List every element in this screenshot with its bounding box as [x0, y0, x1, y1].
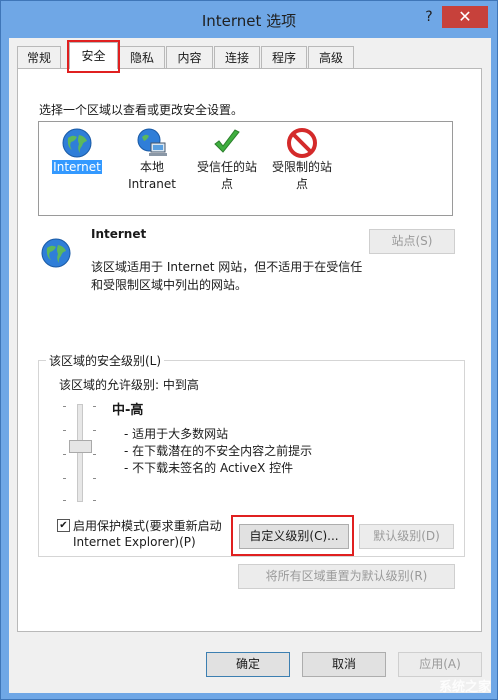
protected-mode-label-line1: 启用保护模式(要求重新启动: [73, 519, 222, 533]
zone-local-intranet[interactable]: 本地 Intranet: [117, 127, 187, 193]
security-level-name: 中-高: [112, 403, 144, 418]
slider-tick: [63, 478, 66, 479]
slider-tick: [93, 478, 96, 479]
slider-tick: [63, 406, 66, 407]
zone-label-intranet: 本地 Intranet: [128, 160, 176, 191]
check-icon: [214, 129, 240, 153]
tab-privacy[interactable]: 隐私: [119, 46, 165, 68]
tab-programs[interactable]: 程序: [261, 46, 307, 68]
security-level-title: 该区域的安全级别(L): [46, 352, 165, 369]
tab-connections[interactable]: 连接: [214, 46, 260, 68]
title-bar[interactable]: Internet 选项 ? ✕: [1, 1, 497, 38]
internet-options-window: Internet 选项 ? ✕ 常规 安全 隐私 内容 连接 程序 高级 选择一…: [0, 0, 498, 700]
sites-button[interactable]: 站点(S): [369, 229, 455, 254]
close-button[interactable]: ✕: [442, 6, 488, 28]
level-bullet-3: - 不下载未签名的 ActiveX 控件: [124, 461, 294, 475]
slider-tick: [63, 430, 66, 431]
intranet-icon: [137, 128, 167, 156]
selected-zone-globe-icon: [41, 238, 71, 268]
zone-label-internet: Internet: [52, 160, 102, 174]
protected-mode-checkbox[interactable]: ✔: [57, 519, 70, 532]
tab-content[interactable]: 内容: [166, 46, 213, 68]
allowed-levels-text: 该区域的允许级别: 中到高: [59, 378, 199, 392]
protected-mode-label-line2: Internet Explorer)(P): [73, 535, 196, 549]
slider-tick: [93, 406, 96, 407]
zone-label-restricted: 受限制的站 点: [271, 160, 332, 191]
tab-advanced[interactable]: 高级: [308, 46, 354, 68]
tab-general[interactable]: 常规: [17, 46, 61, 68]
slider-tick: [93, 430, 96, 431]
default-level-button[interactable]: 默认级别(D): [359, 524, 454, 549]
custom-level-highlight: [231, 515, 354, 556]
ok-button[interactable]: 确定: [206, 652, 290, 677]
dialog-client: 常规 安全 隐私 内容 连接 程序 高级 选择一个区域以查看或更改安全设置。 I…: [9, 38, 491, 693]
slider-tick: [63, 500, 66, 501]
slider-tick: [93, 500, 96, 501]
restricted-icon: [287, 128, 317, 158]
level-bullet-1: - 适用于大多数网站: [124, 427, 229, 441]
cancel-button[interactable]: 取消: [302, 652, 386, 677]
zone-label-trusted: 受信任的站 点: [196, 160, 257, 191]
apply-button[interactable]: 应用(A): [398, 652, 482, 677]
help-button[interactable]: ?: [417, 6, 441, 28]
slider-tick: [93, 454, 96, 455]
security-slider-thumb[interactable]: [69, 440, 92, 453]
globe-icon: [62, 128, 92, 158]
zone-trusted-sites[interactable]: 受信任的站 点: [192, 127, 262, 193]
slider-tick: [63, 454, 66, 455]
level-bullet-2: - 在下载潜在的不安全内容之前提示: [124, 444, 313, 458]
security-tab-panel: 选择一个区域以查看或更改安全设置。 Internet 本地 Intranet 受…: [17, 68, 482, 632]
selected-zone-name: Internet: [91, 227, 147, 241]
watermark-logo: 系统之家: [438, 680, 491, 695]
zone-instruction: 选择一个区域以查看或更改安全设置。: [39, 103, 244, 117]
security-tab-highlight: [67, 40, 120, 73]
security-slider-track[interactable]: [77, 404, 83, 502]
zone-description-line2: 和受限制区域中列出的网站。: [91, 278, 248, 292]
reset-all-zones-button[interactable]: 将所有区域重置为默认级别(R): [238, 564, 455, 589]
zone-description-line1: 该区域适用于 Internet 网站，但不适用于在受信任: [91, 260, 363, 274]
zone-restricted-sites[interactable]: 受限制的站 点: [267, 127, 337, 193]
zone-internet[interactable]: Internet: [42, 127, 112, 176]
zone-list: Internet 本地 Intranet 受信任的站 点 受限制的站 点: [38, 121, 453, 216]
